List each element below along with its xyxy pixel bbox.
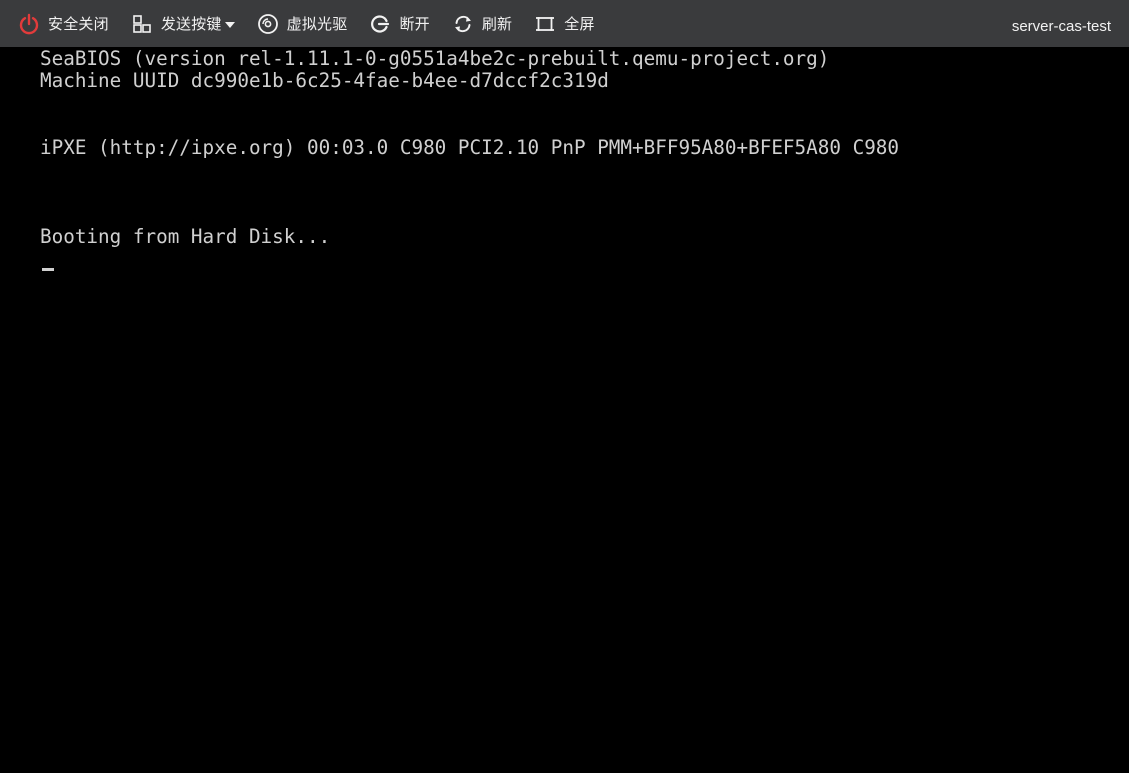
disc-icon bbox=[257, 13, 279, 35]
fullscreen-button[interactable]: 全屏 bbox=[534, 0, 594, 47]
refresh-icon bbox=[452, 13, 474, 35]
refresh-button[interactable]: 刷新 bbox=[452, 0, 512, 47]
shutdown-button[interactable]: 安全关闭 bbox=[18, 0, 109, 47]
console-line-uuid: Machine UUID dc990e1b-6c25-4fae-b4ee-d7d… bbox=[40, 69, 609, 92]
console-line-seabios: SeaBIOS (version rel-1.11.1-0-g0551a4be2… bbox=[40, 47, 830, 70]
refresh-label: 刷新 bbox=[481, 15, 513, 33]
disconnect-icon bbox=[369, 13, 391, 35]
fullscreen-icon bbox=[534, 13, 556, 35]
vm-name: server-cas-test bbox=[1011, 18, 1111, 35]
fullscreen-label: 全屏 bbox=[564, 15, 595, 33]
disconnect-label: 断开 bbox=[399, 15, 430, 33]
console-line-ipxe: iPXE (http://ipxe.org) 00:03.0 C980 PCI2… bbox=[40, 136, 900, 159]
power-icon bbox=[18, 13, 40, 35]
text-cursor bbox=[42, 268, 54, 271]
virtual-cd-label: 虚拟光驱 bbox=[286, 15, 348, 33]
console-line-booting: Booting from Hard Disk... bbox=[40, 225, 331, 248]
virtual-cd-button[interactable]: 虚拟光驱 bbox=[257, 0, 348, 47]
send-keys-label: 发送按键 bbox=[160, 15, 222, 33]
send-keys-button[interactable]: 发送按键 bbox=[131, 0, 235, 47]
shutdown-label: 安全关闭 bbox=[48, 15, 109, 33]
vm-console-screen[interactable]: SeaBIOS (version rel-1.11.1-0-g0551a4be2… bbox=[0, 47, 1129, 773]
keyboard-grid-icon bbox=[131, 13, 153, 35]
chevron-down-icon bbox=[224, 21, 235, 28]
console-toolbar: 安全关闭 发送按键 虚拟光驱 断开 刷新 全屏 server-cas-test bbox=[0, 0, 1129, 47]
disconnect-button[interactable]: 断开 bbox=[369, 0, 430, 47]
